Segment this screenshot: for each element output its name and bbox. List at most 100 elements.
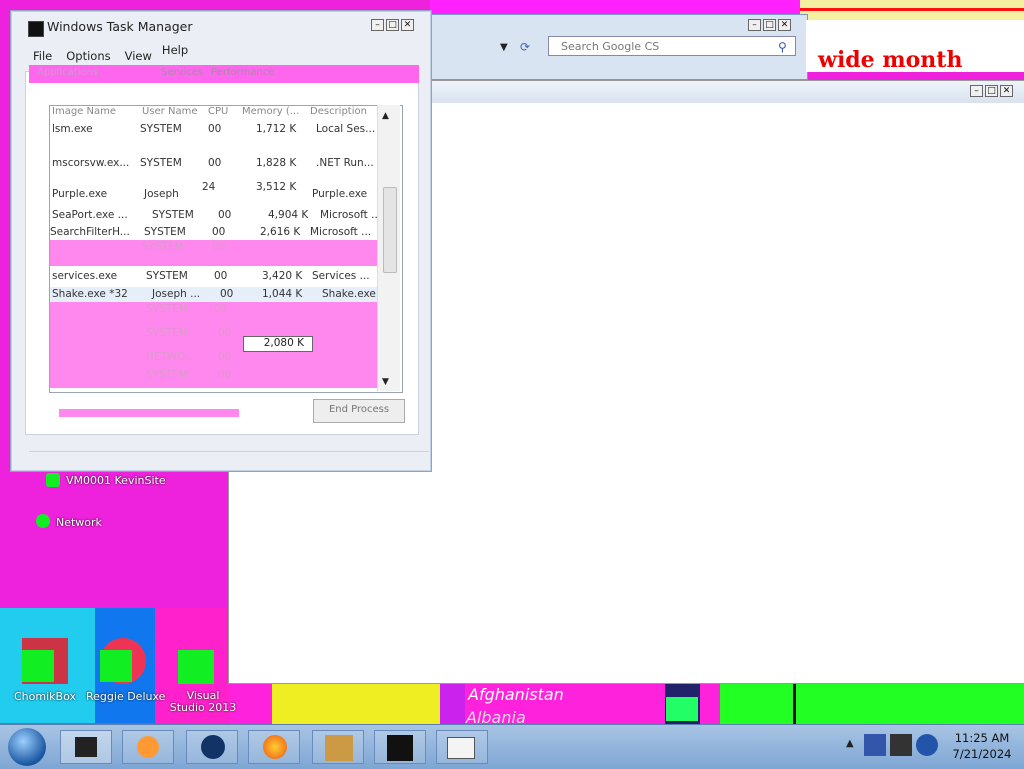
taskbar-item-firefox[interactable] [248,730,300,764]
browser-search-input[interactable]: Search Google CS [548,36,796,56]
column-cpu[interactable]: CPU [208,106,228,120]
taskbar-item-globe[interactable] [186,730,238,764]
status-bar [29,451,429,470]
cell-user: SYSTEM [142,241,184,253]
desktop-icon-label[interactable]: Network [56,516,102,529]
close-icon[interactable]: ✕ [778,19,791,31]
table-row[interactable]: SYSTEM 00 [50,326,380,350]
taskbar-item-task-manager[interactable] [60,730,112,764]
cell-cpu: 00 [208,157,222,169]
table-row[interactable]: lsm.exe SYSTEM 00 1,712 K Local Ses... [50,122,380,138]
media-player-icon [137,736,159,758]
desktop-icon-label[interactable]: Visual Studio 2013 [168,690,238,714]
menu-view[interactable]: View [125,49,152,63]
cell-cpu: 00 [214,270,228,282]
menu-file[interactable]: File [33,49,52,63]
network-icon[interactable] [36,514,50,528]
minimize-icon[interactable]: – [371,19,384,31]
taskbar-item-chomikbox[interactable] [312,730,364,764]
column-description[interactable]: Description [310,106,367,120]
cell-user: SYSTEM [144,226,186,238]
cell-cpu: 00 [208,123,222,135]
cell-cpu: 24 [202,181,216,193]
memory-edit-cell[interactable]: 2,080 K [243,336,313,352]
cell-description: Microsoft ... [320,209,382,221]
cell-description: Microsoft ... [310,226,372,238]
dropdown-arrow-icon[interactable]: ▼ [500,42,508,53]
visual-studio-icon[interactable] [178,650,214,684]
scroll-thumb[interactable] [383,187,397,273]
desktop-icon-label[interactable]: Reggie Deluxe [86,690,165,703]
desktop-icon-label[interactable]: ChomikBox [14,690,76,703]
tab-applications[interactable]: Applications [37,67,98,78]
table-row[interactable]: Purple.exe Joseph 24 3,512 K Purple.exe [50,180,380,200]
table-row[interactable]: services.exe SYSTEM 00 3,420 K Services … [50,269,380,285]
refresh-icon[interactable]: ⟳ [520,40,530,54]
table-row[interactable]: SeaPort.exe ... SYSTEM 00 4,904 K Micros… [50,208,382,224]
table-row[interactable]: SYSTEM 00 [50,302,380,326]
background-magenta [440,680,465,725]
minimize-icon[interactable]: – [748,19,761,31]
menu-help[interactable]: Help [162,43,188,61]
tray-ie-icon[interactable] [916,734,938,756]
column-user-name[interactable]: User Name [142,106,197,120]
country-item[interactable]: Afghanistan [468,685,564,704]
maximize-icon[interactable]: □ [985,85,998,97]
column-image-name[interactable]: Image Name [52,106,116,120]
table-row[interactable]: SearchFilterH... SYSTEM 00 2,616 K Micro… [50,225,380,241]
table-row[interactable]: SYSTEM 00 [50,368,380,388]
cell-memory: 3,512 K [256,181,297,193]
reggie-deluxe-icon-overlay [100,650,132,682]
window-title: Windows Task Manager [47,19,193,34]
table-row[interactable]: Shake.exe *32 Joseph ... 00 1,044 K Shak… [50,287,380,303]
chomikbox-icon [325,735,353,761]
scroll-down-icon[interactable]: ▼ [382,377,389,387]
cell-memory: 1,828 K [256,157,297,169]
menu-options[interactable]: Options [66,49,110,63]
cell-user: SYSTEM [152,209,194,221]
start-button[interactable] [8,728,46,766]
tray-network-icon[interactable] [864,734,886,756]
maximize-icon[interactable]: □ [386,19,399,31]
taskbar-item-window[interactable] [436,730,488,764]
cell-memory: 3,420 K [262,270,303,282]
maximize-icon[interactable]: □ [763,19,776,31]
end-process-button[interactable]: End Process [313,399,405,423]
window-icon [447,737,475,759]
scroll-up-icon[interactable]: ▲ [382,111,389,121]
process-list[interactable]: Image Name User Name CPU Memory (... Des… [49,105,403,393]
tab-services[interactable]: Services [161,67,203,78]
table-row[interactable]: NETWO... 00 [50,350,380,368]
taskbar-item-task-manager-2[interactable] [374,730,426,764]
task-manager-window[interactable]: Windows Task Manager – □ ✕ File Options … [10,10,432,472]
cell-image-name: Shake.exe *32 [52,288,128,300]
minimize-icon[interactable]: – [970,85,983,97]
search-icon[interactable]: ⚲ [778,40,787,54]
cell-image-name: SeaPort.exe ... [52,209,128,221]
horizontal-scrollbar[interactable] [59,409,239,417]
taskbar-clock[interactable]: 11:25 AM 7/21/2024 [944,730,1020,766]
desktop-icon-label[interactable]: VM0001 KevinSite [66,474,166,487]
tab-performance[interactable]: Performance [211,67,274,78]
cell-memory: 1,712 K [256,123,297,135]
close-icon[interactable]: ✕ [1000,85,1013,97]
cell-user: SYSTEM [140,123,182,135]
table-row[interactable]: mscorsvw.ex... SYSTEM 00 1,828 K .NET Ru… [50,156,380,172]
cell-description: Shake.exe [322,288,376,300]
tray-volume-icon[interactable] [890,734,912,756]
clock-time: 11:25 AM [954,731,1010,745]
tray-expand-icon[interactable]: ▲ [846,738,854,749]
cell-cpu: 00 [218,327,232,339]
cell-cpu: 00 [212,226,226,238]
taskbar-item-media-player[interactable] [122,730,174,764]
table-row[interactable]: SYSTEM 00 [50,240,380,266]
cell-memory: 2,616 K [260,226,301,238]
column-memory[interactable]: Memory (... [242,106,299,120]
cell-user: SYSTEM [146,369,188,381]
blank-window-controls: – □ ✕ [970,85,1013,97]
close-icon[interactable]: ✕ [401,19,414,31]
chomikbox-icon-overlay [22,650,54,682]
cell-user: SYSTEM [146,303,188,315]
cell-user: NETWO... [146,351,196,363]
network-drive-icon[interactable] [46,473,60,487]
